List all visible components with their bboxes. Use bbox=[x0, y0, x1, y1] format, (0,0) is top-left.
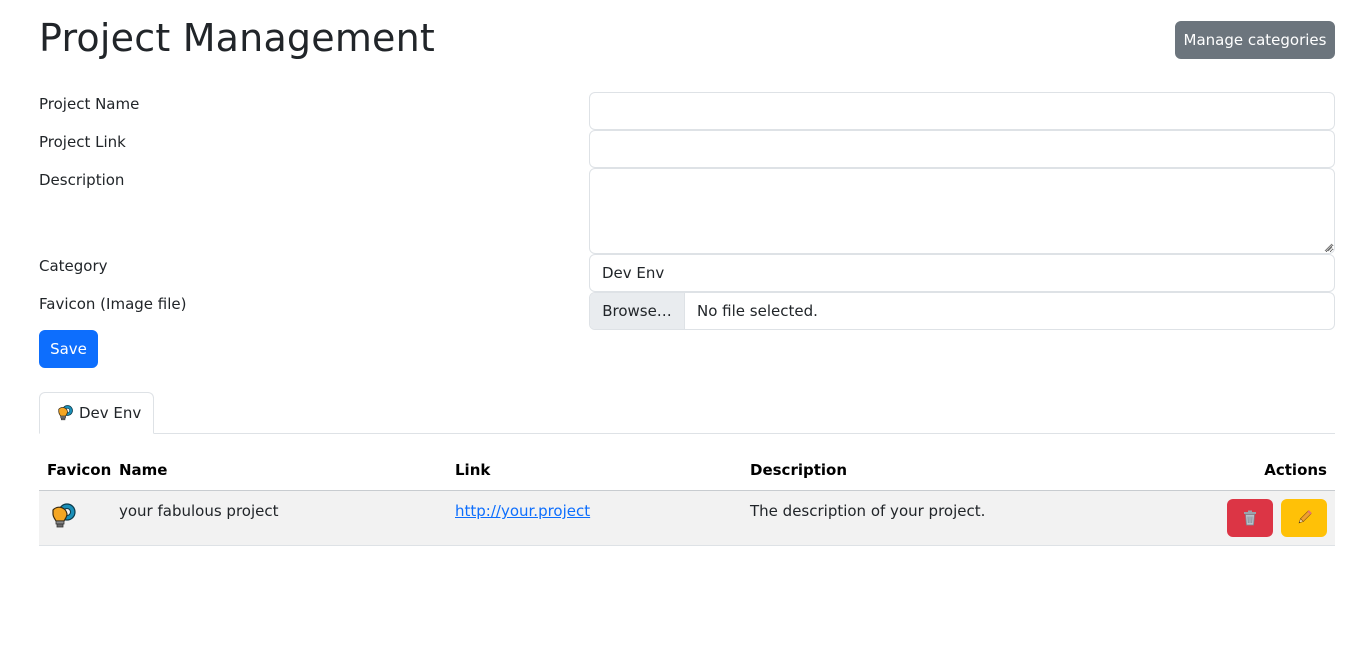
category-select[interactable]: Dev Env bbox=[589, 254, 1335, 292]
description-field-wrapper bbox=[589, 168, 1335, 254]
project-link-label: Project Link bbox=[39, 133, 126, 151]
save-button[interactable]: Save bbox=[39, 330, 98, 368]
page: Project Management Manage categories Pro… bbox=[0, 0, 1371, 657]
category-selected-value: Dev Env bbox=[602, 264, 665, 282]
column-header-description: Description bbox=[750, 461, 848, 479]
description-textarea[interactable] bbox=[589, 168, 1335, 254]
tab-label: Dev Env bbox=[79, 404, 142, 422]
table-header: Favicon Name Link Description Actions bbox=[39, 450, 1335, 491]
favicon-file-input[interactable]: Browse… No file selected. bbox=[589, 292, 1335, 330]
project-name-label: Project Name bbox=[39, 95, 140, 113]
column-header-favicon: Favicon bbox=[47, 461, 112, 479]
trash-icon bbox=[1244, 510, 1256, 526]
tab-dev-env[interactable]: Dev Env bbox=[39, 392, 154, 434]
description-label: Description bbox=[39, 171, 125, 189]
page-title: Project Management bbox=[39, 16, 436, 60]
project-link[interactable]: http://your.project bbox=[455, 501, 590, 521]
delete-button[interactable] bbox=[1227, 499, 1273, 537]
edit-button[interactable] bbox=[1281, 499, 1327, 537]
column-header-link: Link bbox=[455, 461, 491, 479]
manage-categories-button[interactable]: Manage categories bbox=[1175, 21, 1335, 59]
favicon-label: Favicon (Image file) bbox=[39, 295, 187, 313]
tabs-divider bbox=[39, 433, 1335, 434]
table-row: your fabulous project http://your.projec… bbox=[39, 491, 1335, 546]
lightbulb-gear-icon bbox=[58, 405, 73, 421]
column-header-actions: Actions bbox=[1264, 461, 1327, 479]
browse-button[interactable]: Browse… bbox=[590, 293, 685, 329]
project-name-cell: your fabulous project bbox=[119, 502, 279, 520]
pencil-icon bbox=[1298, 510, 1312, 524]
file-status-text: No file selected. bbox=[697, 302, 818, 320]
project-description-cell: The description of your project. bbox=[750, 502, 986, 520]
category-label: Category bbox=[39, 257, 108, 275]
lightbulb-gear-icon bbox=[52, 503, 76, 528]
project-link-input[interactable] bbox=[589, 130, 1335, 168]
column-header-name: Name bbox=[119, 461, 168, 479]
project-name-input[interactable] bbox=[589, 92, 1335, 130]
